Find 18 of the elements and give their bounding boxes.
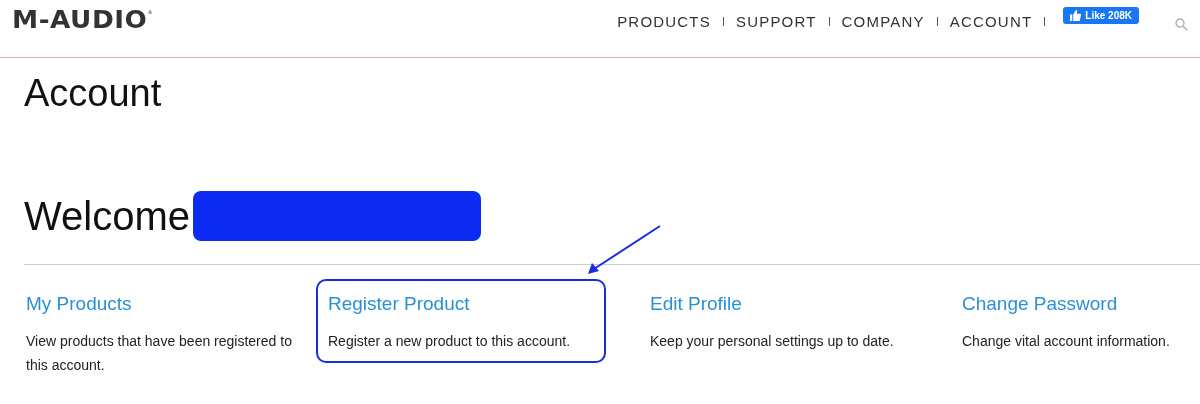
- card-description: Keep your personal settings up to date.: [650, 332, 895, 351]
- card-description: Change vital account information.: [962, 332, 1171, 351]
- nav-link[interactable]: ACCOUNT: [949, 13, 1033, 30]
- card-link[interactable]: My Products: [26, 293, 132, 315]
- card-link[interactable]: Change Password: [962, 293, 1118, 315]
- card-link[interactable]: Edit Profile: [650, 293, 742, 315]
- search-icon[interactable]: [1175, 18, 1188, 31]
- thumbs-up-icon: [1070, 10, 1082, 21]
- brand-logo[interactable]: M-AUDIO$^{®}$: [12, 5, 154, 34]
- card-description: Register a new product to this account.: [328, 332, 572, 351]
- like-button[interactable]: Like 208K: [1063, 7, 1139, 24]
- card-link[interactable]: Register Product: [328, 293, 470, 315]
- welcome-heading: Welcome: [24, 193, 190, 239]
- card-description: View products that have been registered to this account.: [26, 332, 292, 375]
- nav-link[interactable]: SUPPORT: [735, 13, 817, 30]
- page-title: Account: [24, 71, 163, 116]
- nav-link[interactable]: COMPANY: [841, 13, 925, 30]
- nav-link[interactable]: PRODUCTS: [617, 13, 711, 30]
